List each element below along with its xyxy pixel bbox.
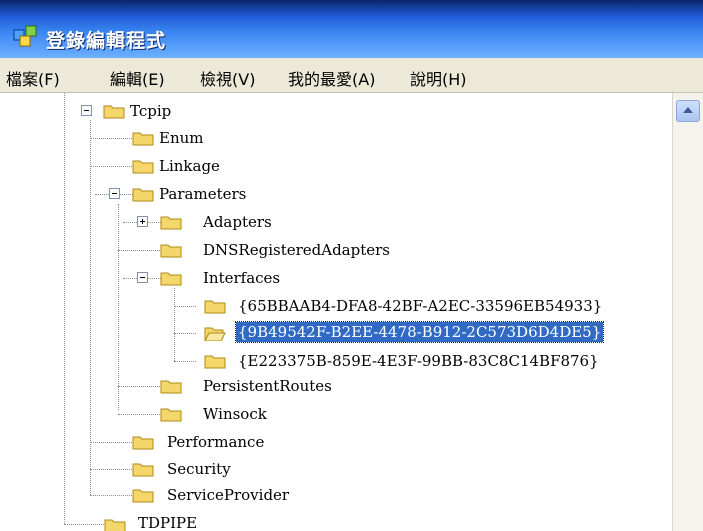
tree-label[interactable]: TDPIPE xyxy=(138,513,197,531)
menu-favorites[interactable]: 我的最愛(A) xyxy=(288,66,375,90)
folder-icon xyxy=(204,355,226,369)
menu-file[interactable]: 檔案(F) xyxy=(6,66,60,90)
registry-editor-icon xyxy=(13,25,37,47)
registry-editor-window: 登錄編輯程式 檔案(F) 編輯(E) 檢視(V) 我的最愛(A) 說明(H) T… xyxy=(0,0,703,531)
menu-help[interactable]: 說明(H) xyxy=(410,66,467,90)
folder-icon xyxy=(103,105,125,119)
tree-label[interactable]: DNSRegisteredAdapters xyxy=(203,240,390,260)
folder-icon xyxy=(132,436,154,450)
vertical-scrollbar[interactable] xyxy=(672,93,703,531)
scroll-up-arrow-icon[interactable] xyxy=(676,100,700,122)
open-folder-icon xyxy=(204,327,226,341)
folder-icon xyxy=(132,160,154,174)
tree-label[interactable]: Linkage xyxy=(159,156,220,176)
folder-icon xyxy=(204,300,226,314)
collapse-toggle[interactable] xyxy=(81,105,92,116)
tree-label[interactable]: {65BBAAB4-DFA8-42BF-A2EC-33596EB54933} xyxy=(238,296,602,316)
folder-icon xyxy=(132,132,154,146)
folder-icon xyxy=(160,380,182,394)
tree-label[interactable]: ServiceProvider xyxy=(167,485,289,505)
tree-label[interactable]: Parameters xyxy=(159,184,246,204)
folder-icon xyxy=(160,244,182,258)
tree-label[interactable]: Security xyxy=(167,459,231,479)
expand-toggle[interactable] xyxy=(137,216,148,227)
tree-label-selected[interactable]: {9B49542F-B2EE-4478-B912-2C573D6D4DE5} xyxy=(234,321,605,343)
folder-icon xyxy=(104,519,126,531)
folder-icon xyxy=(132,463,154,477)
collapse-toggle[interactable] xyxy=(109,188,120,199)
menu-edit[interactable]: 編輯(E) xyxy=(110,66,165,90)
folder-icon xyxy=(160,216,182,230)
folder-icon xyxy=(160,408,182,422)
tree-label[interactable]: {E223375B-859E-4E3F-99BB-83C8C14BF876} xyxy=(238,351,599,371)
folder-icon xyxy=(160,272,182,286)
menu-bar: 檔案(F) 編輯(E) 檢視(V) 我的最愛(A) 說明(H) xyxy=(0,58,703,93)
title-bar[interactable]: 登錄編輯程式 xyxy=(0,0,703,58)
tree-label[interactable]: Winsock xyxy=(203,404,267,424)
tree-label[interactable]: Interfaces xyxy=(203,268,280,288)
menu-view[interactable]: 檢視(V) xyxy=(200,66,255,90)
tree-label[interactable]: PersistentRoutes xyxy=(203,376,332,396)
tree-label[interactable]: Adapters xyxy=(203,212,272,232)
tree-label[interactable]: Enum xyxy=(159,128,204,148)
folder-icon xyxy=(132,188,154,202)
collapse-toggle[interactable] xyxy=(137,272,148,283)
tree-label[interactable]: Tcpip xyxy=(130,101,171,121)
registry-tree-pane[interactable]: Tcpip Enum Linkage Parameters Adapters D… xyxy=(0,93,672,531)
tree-label[interactable]: Performance xyxy=(167,432,264,452)
folder-icon xyxy=(132,489,154,503)
window-title: 登錄編輯程式 xyxy=(46,30,167,52)
